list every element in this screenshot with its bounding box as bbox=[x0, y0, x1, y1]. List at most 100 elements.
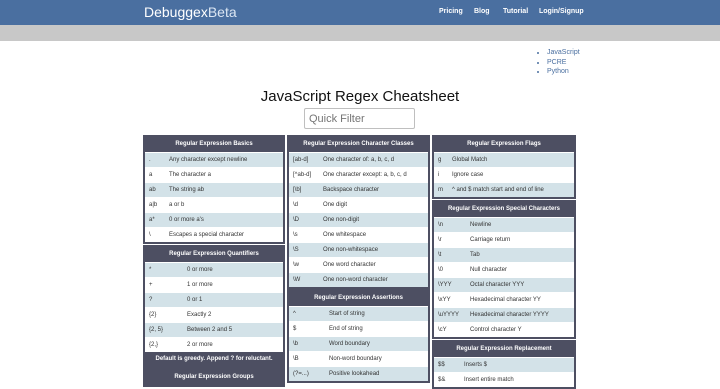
nav-link-pricing[interactable]: Pricing bbox=[439, 8, 463, 15]
nav-link-login-signup[interactable]: Login/Signup bbox=[539, 8, 584, 15]
regex-description: Null character bbox=[470, 267, 508, 273]
regex-description: 0 or more bbox=[187, 267, 213, 273]
panel-rows: \n Newline \r Carriage return \t Tab \0 Null ch… bbox=[434, 217, 574, 337]
table-row[interactable]: i Ignore case bbox=[434, 167, 574, 182]
table-row[interactable]: +1 or more bbox=[145, 277, 283, 292]
table-row[interactable]: [ab-d] One character of: a, b, c, d bbox=[289, 152, 428, 167]
regex-description: ^ and $ match start and end of line bbox=[452, 187, 544, 193]
regex-token: m bbox=[438, 187, 443, 193]
regex-description: Positive lookahead bbox=[329, 371, 380, 377]
table-row[interactable]: \ Escapes a special character bbox=[145, 227, 283, 242]
panel-rows: [ab-d] One character of: a, b, c, d [^ab-d… bbox=[289, 152, 428, 287]
regex-description: Between 2 and 5 bbox=[187, 327, 233, 333]
cheatsheet-panel-quantifiers: Regular Expression Quantifiers * 0 or more… bbox=[143, 245, 285, 368]
table-row[interactable]: $ End of string bbox=[289, 321, 428, 336]
table-row[interactable]: m ^ and $ match start and end of line bbox=[434, 182, 574, 197]
quick-filter-input[interactable] bbox=[304, 108, 415, 129]
grey-banner bbox=[0, 25, 720, 41]
table-row[interactable]: ? 0 or 1 bbox=[145, 292, 283, 307]
regex-token: [^ab-d] bbox=[293, 172, 312, 178]
regex-description: End of string bbox=[329, 326, 363, 332]
cheatsheet-panel-assertions: Regular Expression Assertions ^ Start of s… bbox=[287, 289, 430, 383]
table-row[interactable]: \w One word character bbox=[289, 257, 428, 272]
panel-rows: g Global Match i Ignore case m ^ and $ match … bbox=[434, 152, 574, 197]
table-row[interactable]: ab The string ab bbox=[145, 182, 283, 197]
flavor-link-python[interactable]: Python bbox=[547, 67, 580, 77]
flavor-link-pcre[interactable]: PCRE bbox=[547, 58, 580, 68]
table-row[interactable]: \YYY Octal character YYY bbox=[434, 277, 574, 292]
table-row[interactable]: \b Word boundary bbox=[289, 336, 428, 351]
regex-description: Exactly 2 bbox=[187, 312, 212, 318]
regex-description: Non-word boundary bbox=[329, 356, 382, 362]
table-row[interactable]: g Global Match bbox=[434, 152, 574, 167]
table-row[interactable]: . Any character except newline bbox=[145, 152, 283, 167]
table-row[interactable]: {2} Exactly 2 bbox=[145, 307, 283, 322]
panel-title: Regular Expression Basics bbox=[175, 141, 253, 147]
table-row[interactable]: \S One non-whitespace bbox=[289, 242, 428, 257]
nav-link-tutorial[interactable]: Tutorial bbox=[503, 8, 528, 15]
table-row[interactable]: \s One whitespace bbox=[289, 227, 428, 242]
table-row[interactable]: \xYY Hexadecimal character YY bbox=[434, 292, 574, 307]
table-row[interactable]: [\b] Backspace character bbox=[289, 182, 428, 197]
regex-description: Hexadecimal character YY bbox=[470, 297, 541, 303]
table-row[interactable]: $& Insert entire match bbox=[434, 372, 574, 387]
regex-token: \S bbox=[293, 247, 299, 253]
regex-description: Insert entire match bbox=[464, 377, 514, 383]
regex-description: Escapes a special character bbox=[169, 232, 245, 238]
top-navbar: DebuggexBeta Pricing Blog Tutorial Login… bbox=[0, 0, 720, 25]
regex-description: 0 or more a's bbox=[169, 217, 204, 223]
cheatsheet-panel-classes: Regular Expression Character Classes [ab-… bbox=[287, 135, 430, 289]
table-row[interactable]: \d One digit bbox=[289, 197, 428, 212]
table-row[interactable]: * 0 or more bbox=[145, 262, 283, 277]
panel-title: Regular Expression Special Characters bbox=[447, 206, 561, 212]
table-row[interactable]: \W One non-word character bbox=[289, 272, 428, 287]
table-row[interactable]: (?=...) Positive lookahead bbox=[289, 366, 428, 381]
regex-token: {2,} bbox=[149, 342, 159, 348]
regex-token: \0 bbox=[438, 267, 444, 273]
regex-description: Word boundary bbox=[329, 341, 370, 347]
table-row[interactable]: {2, 5} Between 2 and 5 bbox=[145, 322, 283, 337]
regex-description: The string ab bbox=[169, 187, 205, 193]
regex-description: Tab bbox=[470, 252, 480, 258]
table-row[interactable]: \cY Control character Y bbox=[434, 322, 574, 337]
regex-description: Carriage return bbox=[470, 237, 511, 243]
regex-description: One word character bbox=[323, 262, 376, 268]
panel-title: Regular Expression Character Classes bbox=[303, 141, 414, 147]
regex-description: Ignore case bbox=[452, 172, 484, 178]
table-row[interactable]: {2,} 2 or more bbox=[145, 337, 283, 352]
regex-token: [ab-d] bbox=[293, 157, 309, 163]
regex-token: i bbox=[438, 172, 440, 178]
table-row[interactable]: \D One non-digit bbox=[289, 212, 428, 227]
brand-logo[interactable]: DebuggexBeta bbox=[144, 4, 237, 20]
regex-token: . bbox=[149, 157, 151, 163]
regex-token: \t bbox=[438, 252, 442, 258]
table-row[interactable]: \0 Null character bbox=[434, 262, 574, 277]
regex-token: ? bbox=[149, 297, 153, 303]
nav-link-blog[interactable]: Blog bbox=[474, 8, 490, 15]
regex-description: One whitespace bbox=[323, 232, 367, 238]
panel-rows: ^ Start of string $ End of string \b Word bou… bbox=[289, 306, 428, 381]
table-row[interactable]: \B Non-word boundary bbox=[289, 351, 428, 366]
flavor-link-javascript[interactable]: JavaScript bbox=[547, 48, 580, 58]
table-row[interactable]: \n Newline bbox=[434, 217, 574, 232]
regex-token: \cY bbox=[438, 327, 447, 333]
regex-description: One character of: a, b, c, d bbox=[323, 157, 395, 163]
table-row[interactable]: ^ Start of string bbox=[289, 306, 428, 321]
regex-description: Backspace character bbox=[323, 187, 380, 193]
table-row[interactable]: [^ab-d] One character except: a, b, c, d bbox=[289, 167, 428, 182]
table-row[interactable]: $$ Inserts $ bbox=[434, 357, 574, 372]
table-row[interactable]: \uYYYY Hexadecimal character YYYY bbox=[434, 307, 574, 322]
regex-description: 1 or more bbox=[187, 282, 213, 288]
table-row[interactable]: \r Carriage return bbox=[434, 232, 574, 247]
regex-token: \d bbox=[293, 202, 299, 208]
table-row[interactable]: a|b a or b bbox=[145, 197, 283, 212]
table-row[interactable]: \t Tab bbox=[434, 247, 574, 262]
table-row[interactable]: a* 0 or more a's bbox=[145, 212, 283, 227]
regex-token: \uYYYY bbox=[438, 312, 460, 318]
regex-token: ab bbox=[149, 187, 156, 193]
regex-token: a* bbox=[149, 217, 155, 223]
regex-description: The character a bbox=[169, 172, 212, 178]
table-row[interactable]: a The character a bbox=[145, 167, 283, 182]
regex-token: ^ bbox=[293, 311, 296, 317]
brand-beta-label: Beta bbox=[207, 4, 237, 20]
